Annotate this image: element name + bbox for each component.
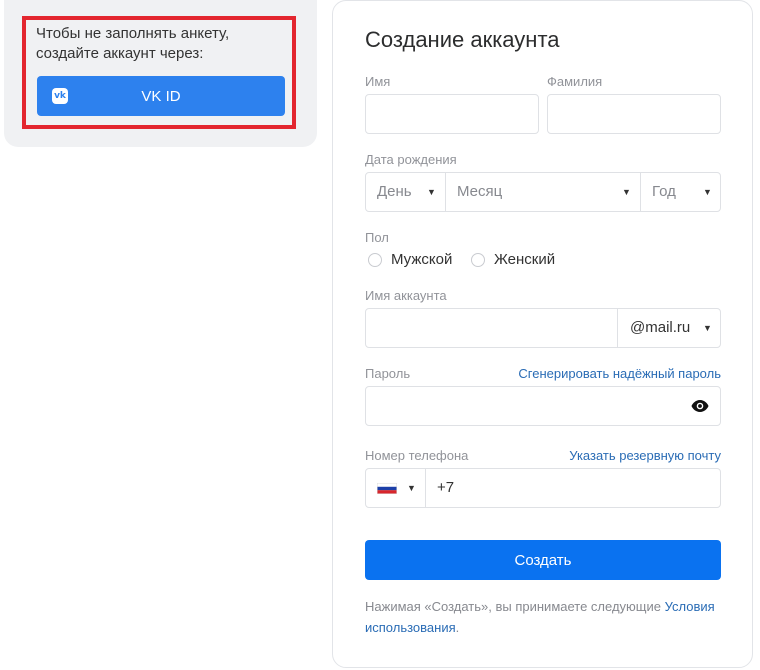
gender-female-label[interactable]: Женский: [494, 251, 555, 268]
gender-male-label[interactable]: Мужской: [391, 251, 452, 268]
gender-female-radio[interactable]: [471, 253, 485, 267]
eye-icon[interactable]: [691, 399, 709, 413]
backup-email-link[interactable]: Указать резервную почту: [569, 448, 721, 463]
russia-flag-icon: [377, 483, 397, 494]
account-name-input[interactable]: [366, 309, 617, 347]
terms-prefix: Нажимая «Создать», вы принимаете следующ…: [365, 599, 665, 614]
page-title: Создание аккаунта: [365, 27, 560, 52]
domain-select-value: @mail.ru: [630, 319, 691, 336]
country-select[interactable]: ▼: [366, 469, 425, 507]
phone-prefix: +7: [437, 479, 455, 496]
gender-male-radio[interactable]: [368, 253, 382, 267]
year-select-value: Год: [652, 183, 676, 200]
chevron-down-icon: ▼: [427, 187, 436, 197]
month-select-value: Месяц: [457, 183, 503, 200]
last-name-label: Фамилия: [547, 74, 603, 89]
chevron-down-icon: ▼: [703, 323, 712, 333]
vk-prompt-text: Чтобы не заполнять анкету, создайте акка…: [36, 25, 230, 62]
phone-input[interactable]: +7: [426, 469, 720, 507]
create-account-button[interactable]: Создать: [365, 540, 721, 580]
chevron-down-icon: ▼: [703, 187, 712, 197]
birth-date-label: Дата рождения: [365, 152, 457, 167]
day-select[interactable]: День ▼: [366, 173, 445, 211]
year-select[interactable]: Год ▼: [641, 173, 720, 211]
first-name-label: Имя: [365, 74, 391, 89]
month-select[interactable]: Месяц ▼: [446, 173, 640, 211]
chevron-down-icon: ▼: [622, 187, 631, 197]
password-label: Пароль: [365, 366, 411, 381]
terms-text: Нажимая «Создать», вы принимаете следующ…: [365, 596, 721, 638]
vk-logo-icon: vk: [52, 88, 68, 104]
vk-id-button[interactable]: vk VK ID: [37, 76, 285, 116]
last-name-input[interactable]: [547, 94, 721, 134]
first-name-input[interactable]: [365, 94, 539, 134]
terms-end: .: [455, 620, 460, 635]
password-input[interactable]: [365, 386, 721, 426]
chevron-down-icon: ▼: [407, 483, 416, 493]
phone-label: Номер телефона: [365, 448, 469, 463]
create-account-button-label: Создать: [514, 551, 572, 569]
vk-id-button-label: VK ID: [141, 87, 181, 105]
generate-password-link[interactable]: Сгенерировать надёжный пароль: [518, 366, 721, 381]
gender-label: Пол: [365, 230, 389, 245]
domain-select[interactable]: @mail.ru ▼: [618, 309, 720, 347]
account-name-label: Имя аккаунта: [365, 288, 447, 303]
day-select-value: День: [377, 183, 412, 200]
